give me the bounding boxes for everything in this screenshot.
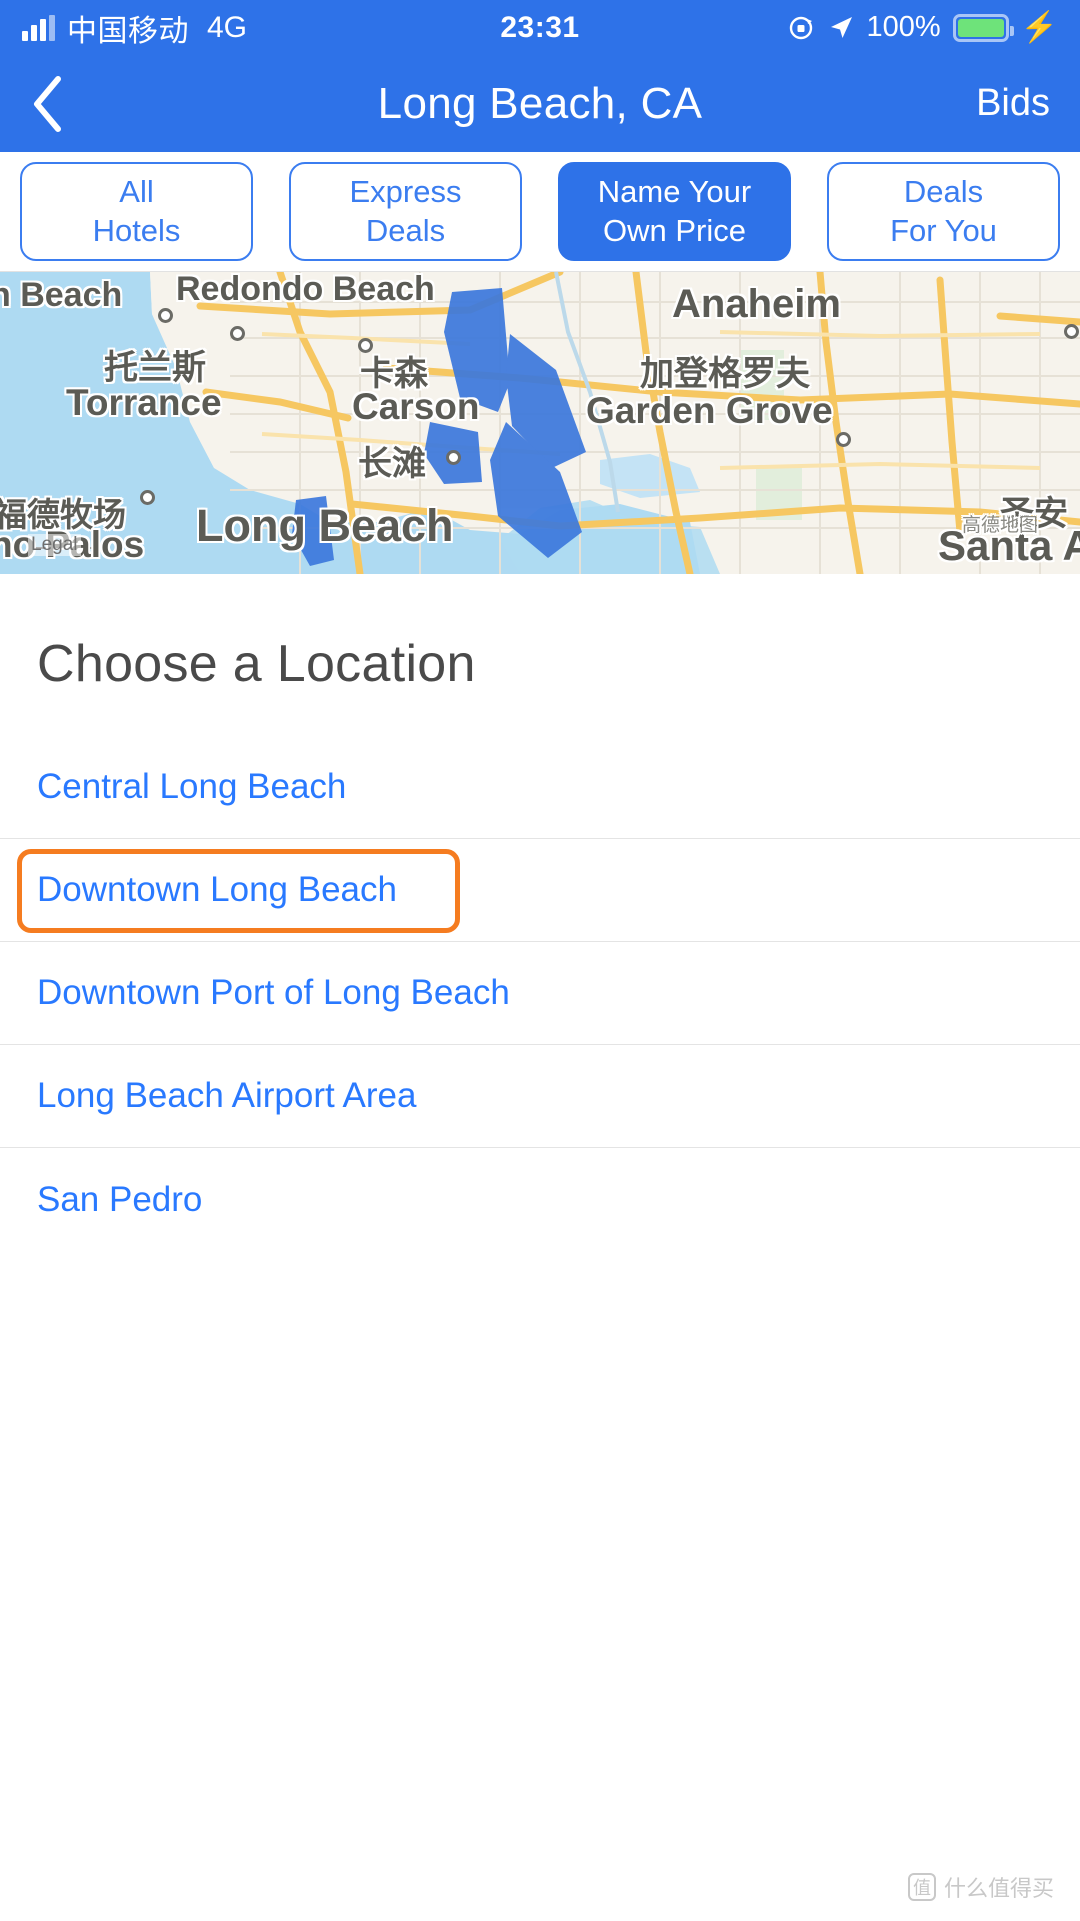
watermark: 值 什么值得买 (907, 1871, 1054, 1903)
location-list: Central Long Beach Downtown Long Beach D… (0, 736, 1080, 1251)
filter-tab-line2: Deals (365, 212, 446, 248)
map-poi-dot (836, 432, 851, 447)
map-poi-dot (158, 308, 173, 323)
location-item-label: Downtown Long Beach (37, 870, 397, 909)
status-bar-right: 100% ⚡ (788, 11, 1058, 44)
map-legal-link[interactable]: Legal (28, 534, 81, 556)
location-item-label: San Pedro (37, 1179, 203, 1219)
map-poi-dot (446, 450, 461, 465)
location-item-downtown-port-of-long-beach[interactable]: Downtown Port of Long Beach (0, 942, 1080, 1045)
location-item-san-pedro[interactable]: San Pedro (0, 1148, 1080, 1251)
section-heading: Choose a Location (37, 635, 476, 693)
location-arrow-icon (828, 15, 854, 41)
battery-icon (952, 13, 1014, 42)
location-item-label: Central Long Beach (37, 767, 347, 806)
filter-tab-line1: All (119, 174, 154, 210)
map-poi-dot (230, 326, 245, 341)
filter-tab-line1: Deals (903, 174, 984, 210)
filter-tab-line2: Own Price (603, 212, 746, 248)
map-poi-dot (1064, 324, 1079, 339)
status-bar: 中国移动 4G 23:31 100% ⚡ (0, 0, 1080, 55)
signal-bars-icon (22, 14, 55, 41)
carrier-label: 中国移动 (67, 14, 189, 48)
network-type-label: 4G (207, 10, 248, 44)
watermark-text: 什么值得买 (943, 1876, 1054, 1901)
location-item-downtown-long-beach[interactable]: Downtown Long Beach (0, 839, 1080, 942)
nav-bar: Long Beach, CA Bids (0, 55, 1080, 152)
watermark-badge: 值 (907, 1873, 936, 1901)
map-view[interactable]: n Beach Redondo Beach Anaheim 托兰斯 卡森 加登格… (0, 272, 1080, 574)
location-item-long-beach-airport-area[interactable]: Long Beach Airport Area (0, 1045, 1080, 1148)
map-poi-dot (140, 490, 155, 505)
filter-tab-deals-for-you[interactable]: Deals For You (827, 162, 1060, 261)
location-item-central-long-beach[interactable]: Central Long Beach (0, 736, 1080, 839)
location-item-label: Downtown Port of Long Beach (37, 973, 510, 1012)
filter-tab-line2: For You (890, 212, 997, 248)
filter-tab-express-deals[interactable]: Express Deals (289, 162, 522, 261)
filter-tab-line2: Hotels (92, 212, 181, 248)
page-title: Long Beach, CA (377, 78, 703, 128)
charging-bolt-icon: ⚡ (1020, 10, 1058, 44)
filter-tab-bar: All Hotels Express Deals Name Your Own P… (0, 152, 1080, 272)
status-bar-left: 中国移动 4G (22, 6, 247, 50)
location-item-label: Long Beach Airport Area (37, 1076, 417, 1115)
filter-tab-name-your-own-price[interactable]: Name Your Own Price (558, 162, 791, 261)
battery-percent-label: 100% (866, 11, 941, 43)
filter-tab-line1: Express (349, 174, 462, 210)
location-chooser: Choose a Location Central Long Beach Dow… (0, 574, 1080, 1251)
rotation-lock-icon (788, 14, 816, 42)
filter-tab-line1: Name Your (597, 174, 752, 210)
map-poi-dot (358, 338, 373, 353)
filter-tab-all-hotels[interactable]: All Hotels (20, 162, 253, 261)
bids-button[interactable]: Bids (976, 82, 1050, 125)
